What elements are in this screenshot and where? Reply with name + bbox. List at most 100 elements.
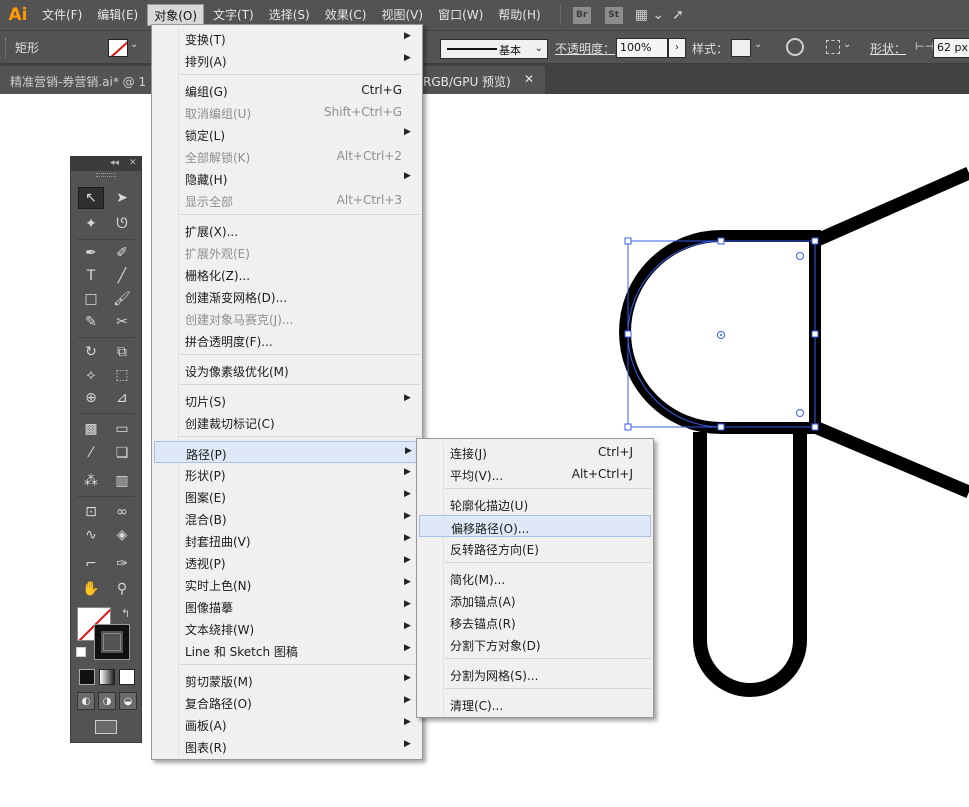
close-icon[interactable]: ✕ bbox=[129, 158, 137, 168]
gradient-mode-icon[interactable] bbox=[99, 669, 115, 685]
menu-item-25[interactable]: 混合(B) ▶ bbox=[154, 507, 420, 529]
draw-inside-icon[interactable]: ◒ bbox=[119, 692, 137, 710]
menu-item-12[interactable]: 栅格化(Z)... bbox=[154, 263, 420, 285]
menu-item-26[interactable]: 封套扭曲(V) ▶ bbox=[154, 529, 420, 551]
crop-tool-icon[interactable]: ⌐ bbox=[78, 553, 104, 575]
menu-view[interactable]: 视图(V) bbox=[375, 4, 429, 26]
shaper-tool-icon[interactable]: ✎ bbox=[78, 311, 104, 333]
menu-item-7[interactable]: 简化(M)... bbox=[419, 567, 651, 589]
swap-colors-icon[interactable]: ↰ bbox=[121, 607, 130, 620]
menu-edit[interactable]: 编辑(E) bbox=[91, 4, 144, 26]
menu-item-3[interactable]: 轮廓化描边(U) bbox=[419, 493, 651, 515]
menu-item-14[interactable]: 清理(C)... bbox=[419, 693, 651, 715]
gradient-tool-icon[interactable]: ▭ bbox=[109, 418, 135, 440]
menu-effect[interactable]: 效果(C) bbox=[319, 4, 373, 26]
slice-tool-icon[interactable]: ∞ bbox=[109, 501, 135, 523]
sync-rocket-icon[interactable]: ➚ bbox=[672, 7, 684, 23]
menu-item-10[interactable]: 分割下方对象(D) bbox=[419, 633, 651, 655]
menu-item-31[interactable]: Line 和 Sketch 图稿 ▶ bbox=[154, 639, 420, 661]
screen-mode-icon[interactable] bbox=[95, 720, 117, 734]
menu-object[interactable]: 对象(O) bbox=[147, 4, 205, 26]
tools-panel-header[interactable]: ◂◂ ✕ bbox=[71, 157, 141, 171]
menu-item-19[interactable]: 切片(S) ▶ bbox=[154, 389, 420, 411]
direct-selection-tool-icon[interactable]: ➤ bbox=[109, 187, 135, 209]
menu-item-27[interactable]: 透视(P) ▶ bbox=[154, 551, 420, 573]
menu-item-1[interactable]: 排列(A) ▶ bbox=[154, 49, 420, 71]
shape-builder-tool-icon[interactable]: ⊕ bbox=[78, 387, 104, 409]
menu-item-28[interactable]: 实时上色(N) ▶ bbox=[154, 573, 420, 595]
menu-help[interactable]: 帮助(H) bbox=[492, 4, 546, 26]
color-mode-icon[interactable] bbox=[79, 669, 95, 685]
rotate-tool-icon[interactable]: ↻ bbox=[78, 341, 104, 363]
menu-window[interactable]: 窗口(W) bbox=[432, 4, 489, 26]
knife-tool-icon[interactable]: ✑ bbox=[109, 553, 135, 575]
default-colors-icon[interactable] bbox=[76, 647, 86, 657]
graphic-style-swatch[interactable] bbox=[731, 39, 751, 57]
eraser-tool-icon[interactable]: ∿ bbox=[78, 524, 104, 546]
workspace-layout-icon[interactable]: ▦ ⌄ bbox=[635, 7, 664, 23]
menu-item-17[interactable]: 设为像素级优化(M) bbox=[154, 359, 420, 381]
menu-item-0[interactable]: 连接(J) Ctrl+J bbox=[419, 441, 651, 463]
menu-item-22[interactable]: 路径(P) ▶ bbox=[154, 441, 420, 463]
stroke-color-swatch[interactable] bbox=[95, 625, 129, 659]
menu-item-13[interactable]: 创建渐变网格(D)... bbox=[154, 285, 420, 307]
menu-item-5[interactable]: 反转路径方向(E) bbox=[419, 537, 651, 559]
menu-select[interactable]: 选择(S) bbox=[263, 4, 316, 26]
menu-item-7[interactable]: 隐藏(H) ▶ bbox=[154, 167, 420, 189]
magic-wand-tool-icon[interactable]: ✦ bbox=[78, 213, 104, 235]
menu-item-33[interactable]: 剪切蒙版(M) ▶ bbox=[154, 669, 420, 691]
opacity-label[interactable]: 不透明度： bbox=[555, 40, 615, 57]
menu-item-12[interactable]: 分割为网格(S)... bbox=[419, 663, 651, 685]
chevron-down-icon[interactable]: ⌄ bbox=[754, 39, 762, 50]
menu-item-36[interactable]: 图表(R) ▶ bbox=[154, 735, 420, 757]
chevron-right-icon[interactable]: › bbox=[668, 38, 686, 58]
recolor-artwork-icon[interactable] bbox=[786, 38, 804, 56]
eraser-alt-tool-icon[interactable]: ◈ bbox=[109, 524, 135, 546]
perspective-grid-tool-icon[interactable]: ⊿ bbox=[109, 387, 135, 409]
menu-item-9[interactable]: 移去锚点(R) bbox=[419, 611, 651, 633]
menu-item-8[interactable]: 添加锚点(A) bbox=[419, 589, 651, 611]
menu-item-30[interactable]: 文本绕排(W) ▶ bbox=[154, 617, 420, 639]
paintbrush-tool-icon[interactable]: 🖌 bbox=[109, 288, 135, 310]
menu-type[interactable]: 文字(T) bbox=[207, 4, 260, 26]
hand-tool-icon[interactable]: ✋ bbox=[78, 578, 104, 600]
menu-item-29[interactable]: 图像描摹 ▶ bbox=[154, 595, 420, 617]
draw-normal-icon[interactable]: ◐ bbox=[77, 692, 95, 710]
menu-item-34[interactable]: 复合路径(O) ▶ bbox=[154, 691, 420, 713]
blend-tool-icon[interactable]: ❏ bbox=[109, 442, 135, 464]
lasso-tool-icon[interactable]: ᘎ bbox=[109, 213, 135, 235]
zoom-tool-icon[interactable]: ⚲ bbox=[109, 578, 135, 600]
megaphone-artwork[interactable] bbox=[619, 167, 969, 697]
symbol-sprayer-tool-icon[interactable]: ⁂ bbox=[78, 470, 104, 492]
line-tool-icon[interactable]: ╱ bbox=[109, 265, 135, 287]
menu-item-24[interactable]: 图案(E) ▶ bbox=[154, 485, 420, 507]
menu-item-20[interactable]: 创建裁切标记(C) bbox=[154, 411, 420, 433]
menu-file[interactable]: 文件(F) bbox=[36, 4, 88, 26]
scale-tool-icon[interactable]: ⧉ bbox=[109, 341, 135, 363]
opacity-input[interactable]: 100% bbox=[616, 38, 668, 58]
rectangle-tool-icon[interactable]: □ bbox=[78, 288, 104, 310]
close-icon[interactable]: ✕ bbox=[524, 72, 534, 86]
shape-properties-label[interactable]: 形状： bbox=[870, 40, 906, 57]
none-mode-icon[interactable] bbox=[119, 669, 135, 685]
stroke-style-dropdown[interactable]: 基本 ⌄ bbox=[440, 39, 548, 59]
pen-tool-icon[interactable]: ✒ bbox=[78, 242, 104, 264]
fill-swatch[interactable] bbox=[108, 39, 128, 57]
width-input[interactable]: 62 px bbox=[933, 38, 969, 58]
chevron-down-icon[interactable]: ⌄ bbox=[843, 39, 851, 50]
curvature-tool-icon[interactable]: ✐ bbox=[109, 242, 135, 264]
align-icon[interactable] bbox=[826, 40, 840, 54]
mesh-tool-icon[interactable]: ▩ bbox=[78, 418, 104, 440]
column-graph-tool-icon[interactable]: ▥ bbox=[109, 470, 135, 492]
selection-tool-icon[interactable]: ↖ bbox=[78, 187, 104, 209]
menu-item-4[interactable]: 偏移路径(O)... bbox=[419, 515, 651, 537]
control-bar-grip[interactable] bbox=[5, 38, 8, 58]
menu-item-0[interactable]: 变换(T) ▶ bbox=[154, 27, 420, 49]
menu-item-5[interactable]: 锁定(L) ▶ bbox=[154, 123, 420, 145]
collapse-icon[interactable]: ◂◂ bbox=[110, 158, 119, 168]
stock-icon[interactable]: St bbox=[604, 6, 623, 24]
eyedropper-tool-icon[interactable]: ⁄ bbox=[78, 442, 104, 464]
menu-item-3[interactable]: 编组(G) Ctrl+G bbox=[154, 79, 420, 101]
menu-item-35[interactable]: 画板(A) ▶ bbox=[154, 713, 420, 735]
free-transform-tool-icon[interactable]: ⬚ bbox=[109, 364, 135, 386]
